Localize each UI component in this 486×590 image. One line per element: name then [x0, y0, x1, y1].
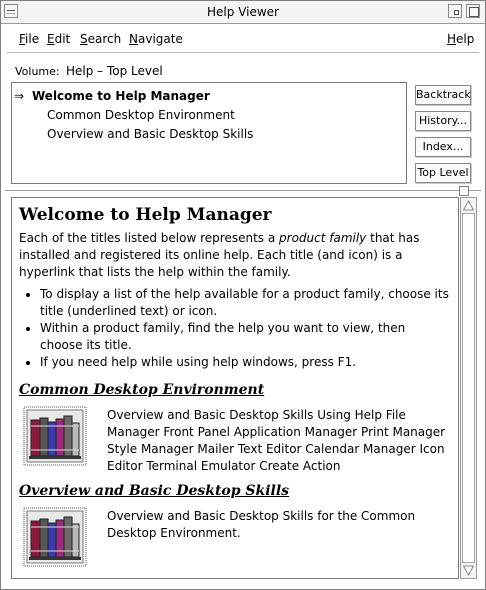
- history-button[interactable]: History...: [415, 111, 471, 131]
- menu-edit[interactable]: Edit: [47, 32, 70, 46]
- menu-search[interactable]: Search: [80, 32, 121, 46]
- list-item: If you need help while using help window…: [40, 354, 451, 371]
- top-level-button[interactable]: Top Level: [415, 163, 471, 183]
- books-icon[interactable]: [23, 406, 87, 466]
- help-viewer-window: Help Viewer File Edit Search Navigate He…: [0, 0, 486, 590]
- list-item: To display a list of the help available …: [40, 286, 451, 320]
- topic-item[interactable]: Common Desktop Environment: [47, 108, 235, 122]
- maximize-icon[interactable]: [466, 4, 480, 18]
- menu-bar: File Edit Search Navigate Help: [1, 24, 485, 52]
- window-title: Help Viewer: [207, 5, 279, 19]
- menu-file[interactable]: File: [19, 32, 39, 46]
- minimize-icon[interactable]: [448, 4, 462, 18]
- title-bar[interactable]: Help Viewer: [1, 1, 485, 24]
- topic-tree-panel: ⇒ Welcome to Help Manager Common Desktop …: [11, 82, 407, 184]
- list-item: Within a product family, find the help y…: [40, 320, 451, 354]
- index-button[interactable]: Index...: [415, 137, 471, 157]
- scroll-up-arrow-icon[interactable]: [462, 199, 475, 212]
- current-topic-arrow-icon: ⇒: [14, 89, 25, 103]
- sash-handle[interactable]: [459, 186, 469, 196]
- volume-label: Volume:: [15, 65, 60, 78]
- help-content-pane: Welcome to Help Manager Each of the titl…: [11, 197, 459, 579]
- menu-help[interactable]: Help: [447, 32, 474, 46]
- menu-divider: [7, 52, 479, 53]
- topic-current[interactable]: ⇒ Welcome to Help Manager: [14, 89, 210, 103]
- section-overview-skills: Overview and Basic Desktop Skills for th…: [19, 507, 451, 573]
- intro-paragraph: Each of the titles listed below represen…: [19, 231, 420, 279]
- section-description: Overview and Basic Desktop Skills Using …: [107, 408, 446, 473]
- topic-item[interactable]: Overview and Basic Desktop Skills: [47, 127, 253, 141]
- section-link-overview-skills[interactable]: Overview and Basic Desktop Skills: [19, 481, 451, 501]
- books-icon[interactable]: [23, 507, 87, 567]
- section-common-desktop: Overview and Basic Desktop Skills Using …: [19, 406, 451, 475]
- scrollbar-thumb[interactable]: [462, 213, 475, 563]
- scroll-down-arrow-icon[interactable]: [462, 564, 475, 577]
- backtrack-button[interactable]: Backtrack: [415, 85, 471, 105]
- section-description: Overview and Basic Desktop Skills for th…: [107, 509, 416, 540]
- menu-navigate[interactable]: Navigate: [129, 32, 183, 46]
- instruction-list: To display a list of the help available …: [19, 286, 451, 371]
- content-title: Welcome to Help Manager: [19, 205, 272, 225]
- pane-divider: [5, 190, 481, 191]
- vertical-scrollbar[interactable]: [460, 197, 477, 579]
- volume-value: Help – Top Level: [66, 64, 163, 78]
- section-link-common-desktop[interactable]: Common Desktop Environment: [19, 380, 451, 400]
